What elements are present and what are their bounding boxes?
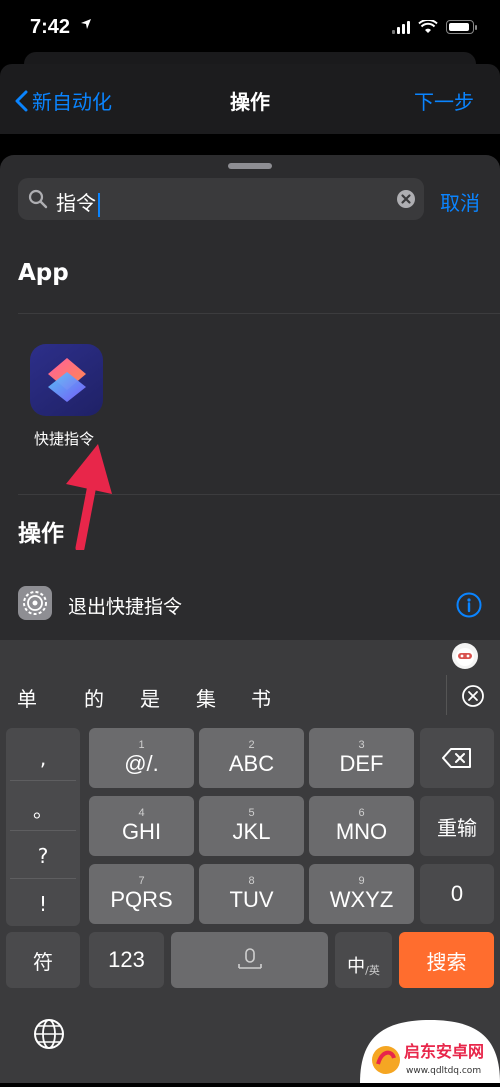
divider bbox=[18, 313, 500, 314]
key-1[interactable]: 1 @/. bbox=[89, 728, 194, 788]
clear-search-icon[interactable] bbox=[396, 189, 416, 209]
key-5[interactable]: 5 JKL bbox=[199, 796, 304, 856]
symbol-key[interactable]: 符 bbox=[6, 932, 80, 988]
key-letters: GHI bbox=[121, 819, 162, 844]
backspace-key[interactable] bbox=[420, 728, 494, 788]
key-6[interactable]: 6 MNO bbox=[309, 796, 414, 856]
watermark-url: www.qdltdq.com bbox=[406, 1066, 481, 1076]
globe-icon[interactable] bbox=[32, 1017, 66, 1051]
search-input[interactable]: 指令 bbox=[56, 187, 100, 217]
key-3[interactable]: 3 DEF bbox=[309, 728, 414, 788]
sheet-grabber[interactable] bbox=[228, 163, 272, 169]
punctuation-key[interactable]: ! bbox=[6, 880, 80, 928]
key-letters: @/. bbox=[124, 751, 159, 776]
wifi-icon bbox=[418, 20, 438, 33]
location-arrow-icon bbox=[81, 19, 91, 29]
key-2[interactable]: 2 ABC bbox=[199, 728, 304, 788]
search-query: 指令 bbox=[56, 191, 96, 215]
next-button[interactable]: 下一步 bbox=[414, 86, 474, 115]
space-key[interactable] bbox=[171, 932, 328, 988]
action-item-icon[interactable] bbox=[18, 586, 52, 620]
retype-key[interactable]: 重输 bbox=[420, 796, 494, 856]
mascot-face bbox=[456, 648, 474, 666]
key-8[interactable]: 8 TUV bbox=[199, 864, 304, 924]
candidate-separator bbox=[446, 675, 447, 715]
key-letters: WXYZ bbox=[329, 887, 394, 912]
status-time: 7:42 bbox=[30, 16, 71, 38]
lang-main-label: 中 bbox=[347, 956, 366, 977]
punctuation-key[interactable]: 。 bbox=[6, 784, 80, 832]
shortcuts-logo-icon bbox=[48, 358, 86, 402]
backspace-icon bbox=[442, 748, 471, 768]
search-icon bbox=[28, 189, 48, 209]
key-digit: 1 bbox=[138, 739, 145, 751]
key-digit: 6 bbox=[358, 807, 365, 819]
key-letters: ABC bbox=[228, 751, 275, 776]
section-title-app: App bbox=[18, 260, 69, 286]
divider bbox=[10, 878, 76, 879]
zero-key[interactable]: 0 bbox=[420, 864, 494, 924]
key-9[interactable]: 9 WXYZ bbox=[309, 864, 414, 924]
key-digit: 7 bbox=[138, 875, 145, 887]
text-caret bbox=[98, 192, 100, 217]
watermark-logo: 启东安卓网 www.qdltdq.com bbox=[360, 1020, 500, 1083]
microphone-icon bbox=[237, 948, 262, 969]
key-digit: 9 bbox=[358, 875, 365, 887]
key-letters: DEF bbox=[339, 751, 384, 776]
gear-icon bbox=[23, 591, 47, 615]
close-candidates-icon[interactable] bbox=[461, 684, 485, 708]
key-4[interactable]: 4 GHI bbox=[89, 796, 194, 856]
action-item-label[interactable]: 退出快捷指令 bbox=[68, 592, 182, 619]
annotation-arrow-icon bbox=[66, 444, 112, 550]
candidate-word[interactable]: 单 bbox=[17, 683, 37, 712]
key-letters: TUV bbox=[229, 887, 274, 912]
divider bbox=[10, 830, 76, 831]
keyboard-mascot-icon[interactable] bbox=[452, 643, 478, 669]
watermark-emblem: 启东安卓网 www.qdltdq.com bbox=[360, 1020, 500, 1083]
key-letters: MNO bbox=[335, 819, 388, 844]
key-letters: PQRS bbox=[110, 887, 173, 912]
battery-icon bbox=[446, 20, 477, 34]
candidate-word[interactable]: 书 bbox=[251, 683, 271, 712]
numbers-key[interactable]: 123 bbox=[89, 932, 164, 988]
key-digit: 2 bbox=[248, 739, 255, 751]
key-digit: 8 bbox=[248, 875, 255, 887]
chevron-left-icon bbox=[15, 90, 28, 111]
key-digit: 3 bbox=[358, 739, 365, 751]
cancel-button[interactable]: 取消 bbox=[440, 187, 480, 216]
shortcuts-app-icon[interactable] bbox=[30, 344, 103, 416]
search-key[interactable]: 搜索 bbox=[399, 932, 494, 988]
punctuation-key[interactable]: , bbox=[6, 734, 80, 782]
back-label: 新自动化 bbox=[32, 90, 112, 114]
lang-sub-label: /英 bbox=[365, 964, 380, 977]
watermark-name: 启东安卓网 bbox=[404, 1042, 484, 1061]
key-7[interactable]: 7 PQRS bbox=[89, 864, 194, 924]
status-indicators bbox=[392, 20, 477, 34]
cellular-signal-icon bbox=[392, 20, 410, 34]
key-letters: JKL bbox=[232, 819, 271, 844]
back-button[interactable]: 新自动化 bbox=[14, 86, 112, 115]
info-icon[interactable] bbox=[456, 592, 482, 618]
candidate-bar bbox=[0, 672, 500, 718]
key-digit: 5 bbox=[248, 807, 255, 819]
punctuation-key[interactable]: ? bbox=[6, 832, 80, 880]
key-digit: 4 bbox=[138, 807, 145, 819]
language-switch-key[interactable]: 中/英 bbox=[335, 932, 392, 988]
divider bbox=[10, 780, 76, 781]
candidate-word[interactable]: 集 bbox=[196, 683, 216, 712]
candidate-word[interactable]: 的 bbox=[84, 683, 104, 712]
candidate-word[interactable]: 是 bbox=[140, 683, 160, 712]
section-title-actions: 操作 bbox=[18, 521, 64, 547]
